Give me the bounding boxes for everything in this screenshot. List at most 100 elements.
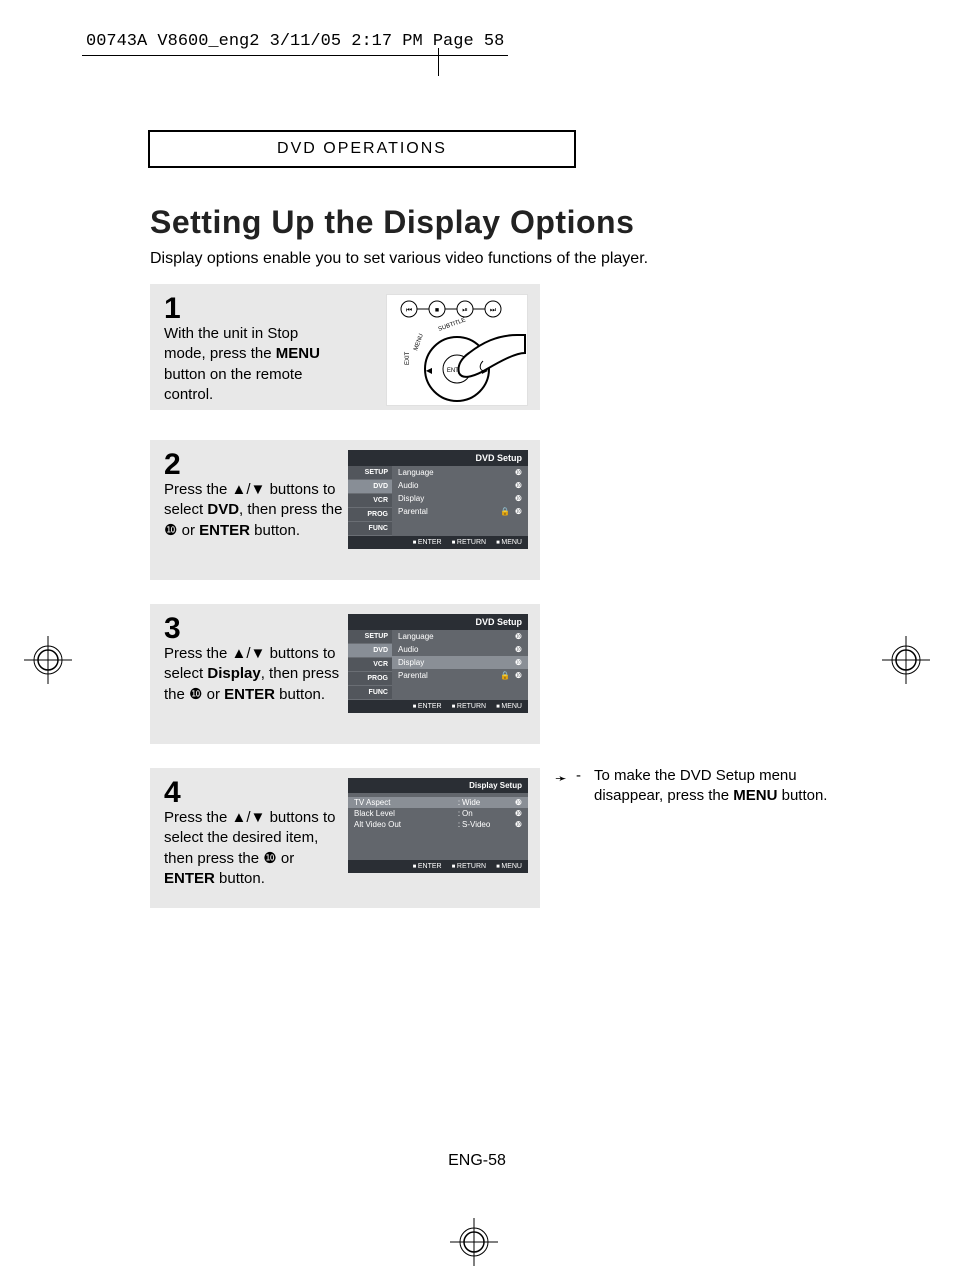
- right-icon: ❿: [515, 671, 522, 680]
- crop-mark-left-icon: [24, 636, 72, 684]
- page-title: Setting Up the Display Options: [150, 204, 634, 241]
- lock-icon: 🔒: [500, 507, 510, 516]
- t: or: [277, 850, 295, 867]
- osd-dvd-setup: DVD Setup SETUP DVD VCR PROG FUNC Langua…: [348, 450, 528, 549]
- left-arrow-icon: ➛: [555, 769, 567, 788]
- remote-figure: ⏮ ■ ⏯ ⏭ ENTER ◀ ▶ SUBTITLE MENU EXIT: [386, 294, 528, 406]
- t: Press the: [164, 645, 232, 662]
- dash: -: [576, 766, 581, 786]
- step-1: 1 With the unit in Stop mode, press the …: [150, 284, 540, 410]
- right-icon: ❿: [515, 645, 522, 654]
- osd-side-item: PROG: [348, 508, 392, 522]
- page-number: ENG-58: [0, 1152, 954, 1170]
- side-note: ➛ - To make the DVD Setup menu disappear…: [558, 766, 858, 807]
- osd-side-item: FUNC: [348, 686, 392, 700]
- t: button.: [777, 787, 827, 804]
- step-text: Press the ▲/▼ buttons to select DVD, the…: [164, 480, 344, 541]
- osd-footer: ENTER RETURN MENU: [348, 860, 528, 873]
- osd-footer-item: RETURN: [452, 703, 486, 710]
- right-icon: ❿: [263, 850, 276, 867]
- osd-row-selected: Display❿: [392, 656, 528, 669]
- svg-text:■: ■: [435, 307, 439, 314]
- t-bold: ENTER: [199, 522, 250, 539]
- right-icon: ❿: [515, 658, 522, 667]
- osd-row: Audio❿: [392, 479, 528, 492]
- t-bold: Display: [207, 665, 260, 682]
- section-header: DVD OPERATIONS: [148, 130, 576, 168]
- up-down-icon: ▲/▼: [232, 809, 266, 826]
- osd-side-item: FUNC: [348, 522, 392, 536]
- osd-footer-item: ENTER: [413, 863, 442, 870]
- t-bold: ENTER: [224, 686, 275, 703]
- t: button on the remote control.: [164, 366, 302, 403]
- osd-row-selected: TV Aspect:Wide❿: [348, 797, 528, 808]
- up-down-icon: ▲/▼: [232, 645, 266, 662]
- crop-mark-bottom-icon: [450, 1218, 498, 1266]
- right-icon: ❿: [515, 468, 522, 477]
- t: , then press the: [239, 501, 342, 518]
- svg-text:⏮: ⏮: [406, 307, 412, 314]
- step-2: 2 Press the ▲/▼ buttons to select DVD, t…: [150, 440, 540, 580]
- right-icon: ❿: [512, 798, 522, 807]
- right-icon: ❿: [515, 632, 522, 641]
- osd-row: Language❿: [392, 630, 528, 643]
- printer-slug: 00743A V8600_eng2 3/11/05 2:17 PM Page 5…: [82, 30, 508, 56]
- osd-title: DVD Setup: [348, 450, 528, 466]
- t-bold: DVD: [207, 501, 239, 518]
- osd-side-item: SETUP: [348, 466, 392, 480]
- svg-text:SUBTITLE: SUBTITLE: [438, 317, 467, 332]
- t-bold: MENU: [276, 345, 320, 362]
- osd-side-item: DVD: [348, 644, 392, 658]
- osd-side-item: DVD: [348, 480, 392, 494]
- t-bold: ENTER: [164, 870, 215, 887]
- step-text: Press the ▲/▼ buttons to select the desi…: [164, 808, 344, 889]
- osd-display-setup: Display Setup TV Aspect:Wide❿ Black Leve…: [348, 778, 528, 873]
- osd-side-item: PROG: [348, 672, 392, 686]
- up-down-icon: ▲/▼: [232, 481, 266, 498]
- crop-mark-right-icon: [882, 636, 930, 684]
- osd-row: Display❿: [392, 492, 528, 505]
- svg-text:⏯: ⏯: [462, 307, 468, 314]
- step-text: Press the ▲/▼ buttons to select Display,…: [164, 644, 344, 705]
- intro-text: Display options enable you to set variou…: [150, 250, 648, 268]
- right-icon: ❿: [515, 494, 522, 503]
- t: Press the: [164, 809, 232, 826]
- osd-row: Parental🔒 ❿: [392, 505, 528, 518]
- right-icon: ❿: [512, 820, 522, 829]
- osd-footer-item: ENTER: [413, 539, 442, 546]
- right-icon: ❿: [164, 522, 177, 539]
- osd-row: Alt Video Out:S-Video❿: [354, 819, 522, 830]
- step-4: 4 Press the ▲/▼ buttons to select the de…: [150, 768, 540, 908]
- t: or: [182, 522, 200, 539]
- osd-side-item: VCR: [348, 658, 392, 672]
- svg-text:MENU: MENU: [413, 333, 425, 352]
- step-3: 3 Press the ▲/▼ buttons to select Displa…: [150, 604, 540, 744]
- osd-footer-item: MENU: [496, 703, 522, 710]
- osd-footer-item: MENU: [496, 539, 522, 546]
- t: or: [202, 686, 224, 703]
- right-icon: ❿: [515, 507, 522, 516]
- section-header-text: DVD OPERATIONS: [277, 140, 447, 157]
- osd-footer: ENTER RETURN MENU: [348, 700, 528, 713]
- right-icon: ❿: [515, 481, 522, 490]
- lock-icon: 🔒: [500, 671, 510, 680]
- osd-row: Audio❿: [392, 643, 528, 656]
- osd-side-item: VCR: [348, 494, 392, 508]
- osd-footer-item: MENU: [496, 863, 522, 870]
- t-bold: MENU: [733, 787, 777, 804]
- right-icon: ❿: [189, 686, 202, 703]
- osd-row: Parental🔒 ❿: [392, 669, 528, 682]
- osd-title: DVD Setup: [348, 614, 528, 630]
- osd-title: Display Setup: [348, 778, 528, 793]
- osd-footer-item: RETURN: [452, 539, 486, 546]
- osd-dvd-setup-display: DVD Setup SETUP DVD VCR PROG FUNC Langua…: [348, 614, 528, 713]
- osd-footer-item: RETURN: [452, 863, 486, 870]
- osd-row: Language❿: [392, 466, 528, 479]
- t: Press the: [164, 481, 232, 498]
- printer-crop-tick: [438, 48, 439, 76]
- osd-row: Black Level:On❿: [354, 808, 522, 819]
- osd-footer: ENTER RETURN MENU: [348, 536, 528, 549]
- t: button.: [215, 870, 265, 887]
- t: button.: [250, 522, 300, 539]
- svg-text:◀: ◀: [426, 366, 433, 375]
